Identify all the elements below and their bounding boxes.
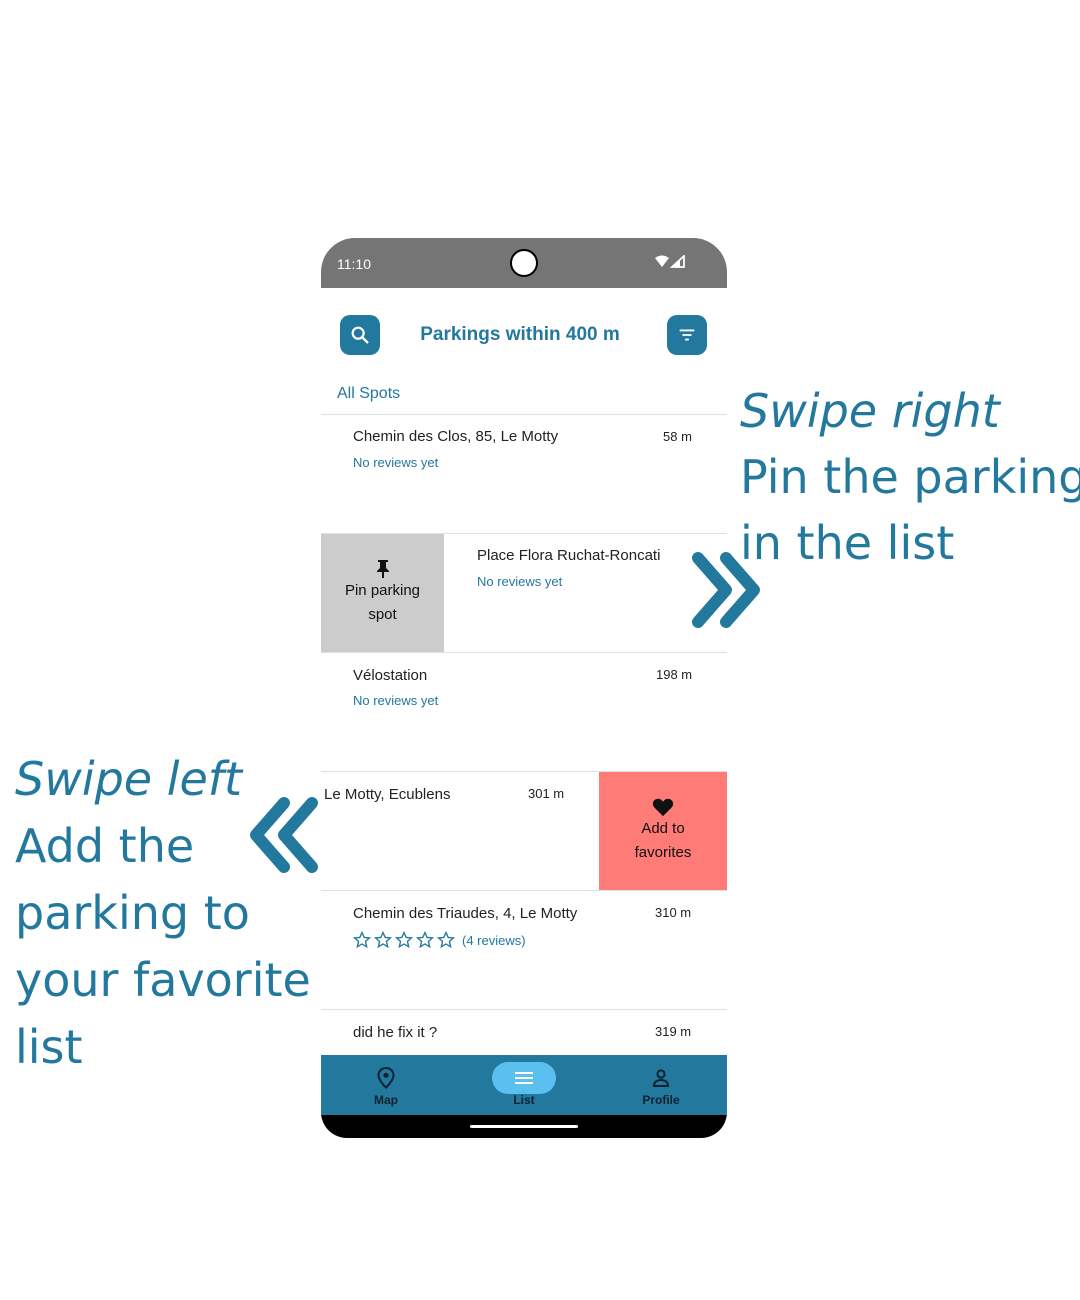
star-outline-icon — [374, 931, 392, 949]
phone-frame: 11:10 Parkings within 400 m All Spots Ch… — [321, 238, 727, 1138]
filter-button[interactable] — [667, 315, 707, 355]
swipe-right-line3: in the list — [740, 516, 955, 570]
search-icon — [351, 326, 369, 344]
status-bar: 11:10 — [321, 238, 727, 288]
list-item-swiped-right[interactable]: Pin parking spot Place Flora Ruchat-Ronc… — [321, 533, 727, 652]
pin-action-label-line2: spot — [368, 606, 397, 623]
search-button[interactable] — [340, 315, 380, 355]
status-icons — [654, 253, 686, 274]
list-item-distance: 198 m — [656, 667, 693, 682]
list-item-name: did he fix it ? — [353, 1024, 438, 1041]
nav-icon-container — [629, 1062, 693, 1094]
nav-label-map: Map — [374, 1093, 398, 1107]
list-item-distance: 310 m — [655, 905, 692, 920]
filter-icon — [679, 329, 695, 341]
nav-item-profile[interactable]: Profile — [611, 1055, 711, 1115]
list-item-name: Le Motty, Ecublens — [324, 786, 451, 803]
star-outline-icon — [395, 931, 413, 949]
wifi-icon — [655, 255, 669, 267]
list-item-reviews: No reviews yet — [477, 574, 563, 589]
double-chevron-left-icon — [250, 797, 318, 873]
nav-icon-container-active — [492, 1062, 556, 1094]
swipe-left-line3: parking to — [15, 886, 250, 940]
list-item-reviews: No reviews yet — [353, 693, 439, 708]
review-count: (4 reviews) — [462, 932, 526, 948]
camera-cutout — [510, 249, 538, 277]
swipe-left-line5: list — [15, 1020, 83, 1074]
swipe-right-heading: Swipe right — [740, 384, 1000, 438]
star-outline-icon — [437, 931, 455, 949]
list-item-name: Vélostation — [353, 667, 428, 684]
list-item-distance: 319 m — [655, 1024, 692, 1039]
double-chevron-right-icon — [692, 552, 760, 628]
list-item-name: Place Flora Ruchat-Roncati — [477, 547, 661, 564]
nav-label-profile: Profile — [642, 1093, 680, 1107]
pin-parking-action[interactable]: Pin parking spot — [321, 534, 444, 652]
list-item[interactable]: Chemin des Triaudes, 4, Le Motty 310 m (… — [321, 890, 727, 1009]
list-item-distance: 301 m — [528, 786, 565, 801]
star-outline-icon — [353, 931, 371, 949]
list-item[interactable]: Chemin des Clos, 85, Le Motty 58 m No re… — [321, 414, 727, 533]
gesture-handle[interactable] — [470, 1125, 578, 1128]
star-outline-icon — [416, 931, 434, 949]
map-pin-icon — [377, 1067, 395, 1089]
list-icon — [515, 1072, 533, 1084]
list-item[interactable]: Vélostation 198 m No reviews yet — [321, 652, 727, 771]
list-item-name: Chemin des Clos, 85, Le Motty — [353, 428, 559, 445]
bottom-nav: Map List Profile — [321, 1055, 727, 1115]
heart-icon — [652, 798, 674, 817]
add-to-favorites-action[interactable]: Add to favorites — [599, 772, 727, 890]
swipe-left-line4: your favorite — [15, 953, 311, 1007]
favorite-action-label-line2: favorites — [634, 844, 692, 861]
list-item-name: Chemin des Triaudes, 4, Le Motty — [353, 905, 578, 922]
person-icon — [652, 1069, 670, 1087]
list-item-swiped-left[interactable]: Le Motty, Ecublens 301 m Add to favorite… — [321, 771, 727, 890]
list-item-distance: 58 m — [663, 429, 692, 444]
nav-item-list[interactable]: List — [474, 1055, 574, 1115]
star-rating: (4 reviews) — [353, 931, 526, 949]
page-title: Parkings within 400 m — [420, 324, 620, 345]
nav-item-map[interactable]: Map — [336, 1055, 436, 1115]
swipe-right-line2: Pin the parking — [740, 450, 1080, 504]
gesture-bar — [321, 1115, 727, 1138]
section-label-all-spots: All Spots — [337, 385, 401, 402]
pin-action-label-line1: Pin parking — [344, 582, 421, 599]
nav-icon-container — [354, 1062, 418, 1094]
swipe-right-annotation: Swipe right Pin the parking in the list — [740, 378, 1080, 576]
nav-label-list: List — [513, 1093, 535, 1107]
status-time: 11:10 — [337, 256, 371, 272]
pin-icon — [376, 560, 389, 578]
favorite-action-label-line1: Add to — [641, 820, 685, 837]
list-item-reviews: No reviews yet — [353, 455, 439, 470]
